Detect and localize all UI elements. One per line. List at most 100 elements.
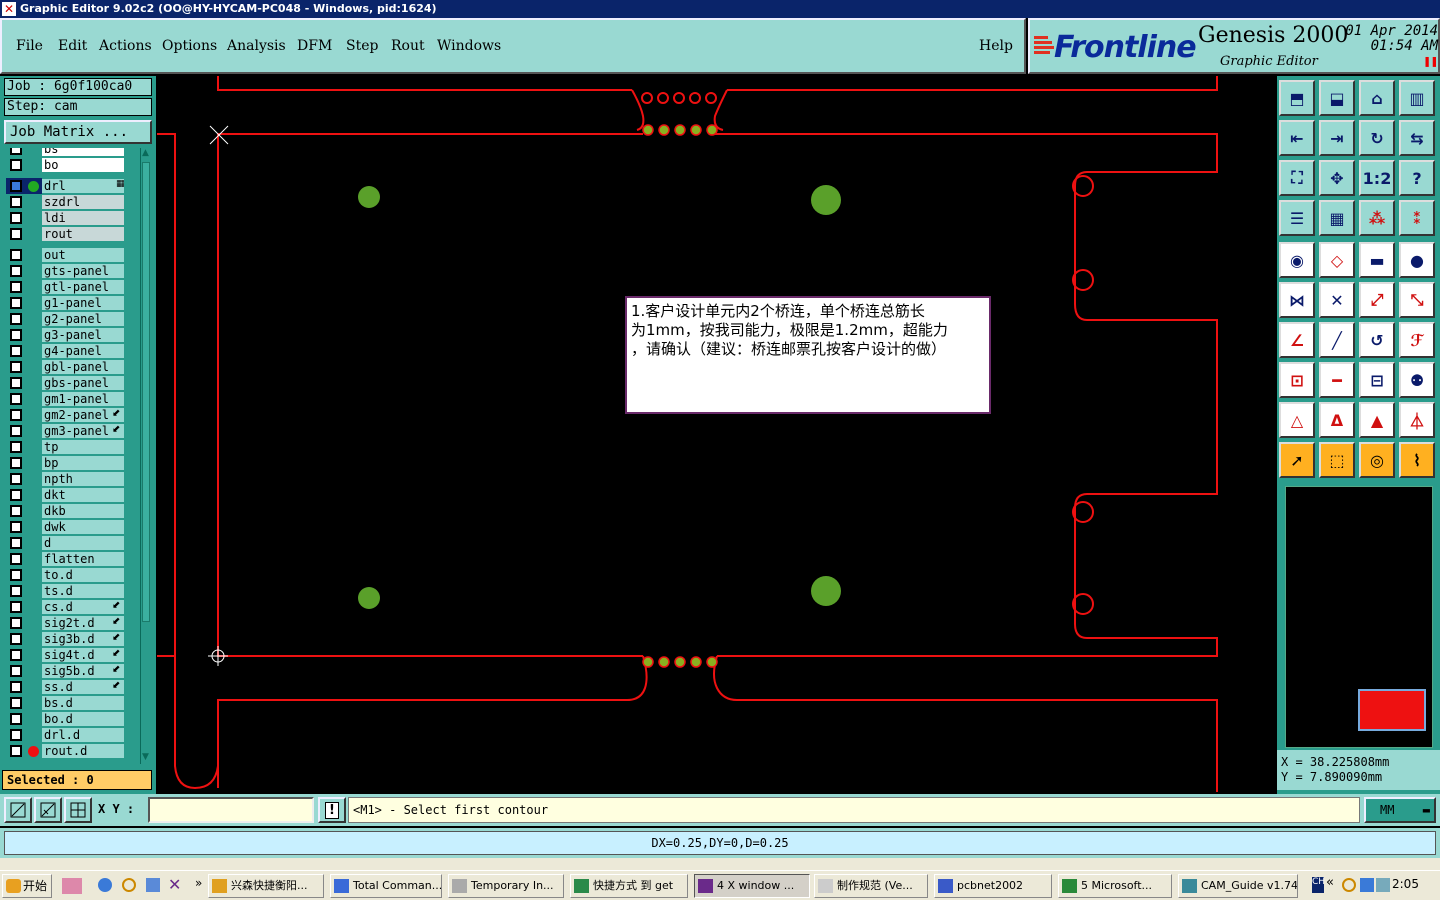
layer-row[interactable]: d <box>4 535 140 551</box>
arc-tool-button[interactable]: ↺ <box>1359 322 1395 358</box>
layer-row[interactable]: ts.d <box>4 583 140 599</box>
layer-name[interactable]: bp <box>42 456 124 470</box>
dimension-tool-button[interactable]: ⊟ <box>1359 362 1395 398</box>
polygon-tool-button[interactable]: ◇ <box>1319 242 1355 278</box>
layer-name[interactable]: gbs-panel <box>42 376 124 390</box>
layer-row[interactable]: sig2t.d ⬋ <box>4 615 140 631</box>
layer-checkbox[interactable] <box>10 585 22 597</box>
layer-checkbox[interactable] <box>10 473 22 485</box>
menu-step[interactable]: Step <box>346 38 378 54</box>
layer-name[interactable]: rout.d <box>42 744 124 758</box>
layer-name[interactable]: npth <box>42 472 124 486</box>
layer-name[interactable]: gm1-panel <box>42 392 124 406</box>
menu-windows[interactable]: Windows <box>437 38 501 54</box>
scroll-thumb[interactable] <box>142 162 150 622</box>
layer-row[interactable]: g4-panel <box>4 343 140 359</box>
zoom-box-button[interactable] <box>4 797 32 823</box>
xy-input[interactable] <box>148 797 314 823</box>
taskbar-button[interactable]: 5 Microsoft... <box>1058 874 1172 898</box>
house-tool-button[interactable]: ⌂ <box>1359 80 1395 116</box>
layer-checkbox[interactable] <box>10 521 22 533</box>
layer-name[interactable]: drl <box>42 179 124 193</box>
layer-checkbox[interactable] <box>10 601 22 613</box>
layer-row[interactable]: dkt <box>4 487 140 503</box>
info-button[interactable]: ! <box>318 797 346 823</box>
snap-red2-tool-button[interactable]: ⁑ <box>1399 200 1435 236</box>
move-pad-tool-button[interactable]: ⊡ <box>1279 362 1315 398</box>
layer-name[interactable]: ts.d <box>42 584 124 598</box>
move-right-tool-button[interactable]: ⇥ <box>1319 120 1355 156</box>
layer-name[interactable]: ldi <box>42 211 124 225</box>
layer-name[interactable]: g3-panel <box>42 328 124 342</box>
menu-edit[interactable]: Edit <box>58 38 87 54</box>
layer-name[interactable]: d <box>42 536 124 550</box>
snap-red-tool-button[interactable]: ⁂ <box>1359 200 1395 236</box>
scale-tool-button[interactable]: 1:2 <box>1359 160 1395 196</box>
layer-name[interactable]: bo <box>42 158 124 172</box>
layer-checkbox[interactable] <box>10 745 22 757</box>
layer-name[interactable]: rout <box>42 227 124 241</box>
line-tool-button[interactable]: ╱ <box>1319 322 1355 358</box>
layer-row[interactable]: bo.d <box>4 711 140 727</box>
tri-d-tool-button[interactable]: ⏃ <box>1399 402 1435 438</box>
layer-row[interactable]: dwk <box>4 519 140 535</box>
connect-tool-button[interactable]: ⋈ <box>1279 282 1315 318</box>
layer-checkbox[interactable] <box>10 249 22 261</box>
scroll-down-icon[interactable]: ▼ <box>142 752 151 764</box>
layer-name[interactable]: to.d <box>42 568 124 582</box>
taskbar-button[interactable]: 制作规范 (Ve... <box>814 874 928 898</box>
more-chevron-icon[interactable]: » <box>195 876 202 890</box>
layer-row[interactable]: sig3b.d ⬋ <box>4 631 140 647</box>
layer-name[interactable]: dwk <box>42 520 124 534</box>
layer-name[interactable]: g4-panel <box>42 344 124 358</box>
menu-analysis[interactable]: Analysis <box>227 38 286 54</box>
layer-row[interactable]: drl ▦ <box>4 178 140 194</box>
scroll-up-icon[interactable]: ▲ <box>142 148 151 160</box>
layer-name[interactable]: tp <box>42 440 124 454</box>
layer-row[interactable]: out <box>4 247 140 263</box>
zoom-down-tool-button[interactable]: ⬓ <box>1319 80 1355 116</box>
layer-name[interactable]: out <box>42 248 124 262</box>
network-icon[interactable] <box>1376 878 1390 892</box>
tray-icon[interactable] <box>1360 878 1374 892</box>
layer-checkbox[interactable] <box>10 148 22 155</box>
layer-row[interactable]: drl.d <box>4 727 140 743</box>
layer-checkbox[interactable] <box>10 159 22 171</box>
layer-checkbox[interactable] <box>10 441 22 453</box>
menu-help[interactable]: Help <box>979 38 1013 54</box>
layer-row[interactable]: flatten <box>4 551 140 567</box>
layer-row[interactable]: sig4t.d ⬋ <box>4 647 140 663</box>
grid-snap-button[interactable] <box>64 797 92 823</box>
menu-rout[interactable]: Rout <box>391 38 425 54</box>
ruler-tool-button[interactable]: ▬ <box>1359 242 1395 278</box>
zoom-home-tool-button[interactable]: ⬒ <box>1279 80 1315 116</box>
layer-checkbox[interactable] <box>10 489 22 501</box>
layer-checkbox[interactable] <box>10 281 22 293</box>
layer-row[interactable]: bp <box>4 455 140 471</box>
center-tool-button[interactable]: ✥ <box>1319 160 1355 196</box>
layer-checkbox[interactable] <box>10 393 22 405</box>
layer-name[interactable]: g1-panel <box>42 296 124 310</box>
layer-checkbox[interactable] <box>10 697 22 709</box>
tri-c-tool-button[interactable]: ▲ <box>1359 402 1395 438</box>
layer-row[interactable]: cs.d ⬋ <box>4 599 140 615</box>
layer-checkbox[interactable] <box>10 553 22 565</box>
bar-tool-button[interactable]: ━ <box>1319 362 1355 398</box>
layer-name[interactable]: dkt <box>42 488 124 502</box>
quicklaunch-icon[interactable] <box>62 878 82 894</box>
layers-tool-tool-button[interactable]: ☰ <box>1279 200 1315 236</box>
layer-name[interactable]: drl.d <box>42 728 124 742</box>
job-matrix-button[interactable]: Job Matrix ... <box>4 120 152 144</box>
layer-checkbox[interactable] <box>10 681 22 693</box>
layer-checkbox[interactable] <box>10 665 22 677</box>
layer-row[interactable]: npth <box>4 471 140 487</box>
layer-name[interactable]: gtl-panel <box>42 280 124 294</box>
layer-row[interactable]: bs.d <box>4 695 140 711</box>
layer-checkbox[interactable] <box>10 329 22 341</box>
layer-row[interactable]: ss.d ⬋ <box>4 679 140 695</box>
menu-file[interactable]: File <box>16 38 43 54</box>
layer-checkbox[interactable] <box>10 313 22 325</box>
layer-checkbox[interactable] <box>10 457 22 469</box>
layer-row[interactable]: bo <box>4 157 140 173</box>
layer-name[interactable]: bs.d <box>42 696 124 710</box>
